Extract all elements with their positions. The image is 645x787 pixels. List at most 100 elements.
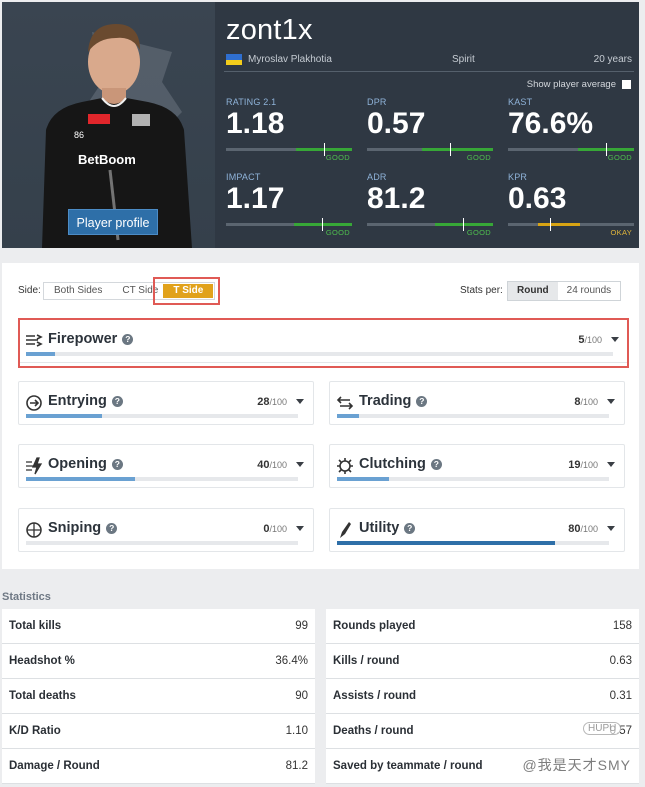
clutching-icon (337, 458, 353, 474)
role-card-sniping[interactable]: Sniping? 0/100 (18, 508, 314, 552)
roles-panel: Side: Both Sides CT Side T Side Stats pe… (2, 263, 639, 569)
header-stat-label: KAST (508, 97, 533, 107)
help-icon[interactable]: ? (404, 522, 416, 534)
role-score-value: 28 (257, 396, 270, 408)
role-score-max: /100 (580, 524, 598, 534)
statistics-value: 36.4% (275, 655, 308, 667)
side-label: Side: (18, 285, 41, 296)
header-stat-meter-marker (462, 218, 464, 231)
role-score: 80/100 (568, 523, 598, 535)
statistics-row: Total deaths 90 (2, 679, 315, 714)
role-score-max: /100 (580, 397, 598, 407)
chevron-down-icon[interactable] (607, 462, 615, 467)
chevron-down-icon[interactable] (607, 526, 615, 531)
statistics-row: Total kills 99 (2, 609, 315, 644)
header-stat: RATING 2.1 1.18 GOOD (226, 97, 352, 162)
opening-icon (26, 457, 43, 475)
role-progress-fill (26, 414, 103, 418)
role-name: Utility (359, 520, 400, 536)
header-stat-label: ADR (367, 172, 387, 182)
role-name-wrap: Clutching? (359, 456, 442, 472)
role-score: 19/100 (568, 459, 598, 471)
header-stat-value: 0.57 (367, 107, 426, 140)
header-stat-rating: GOOD (607, 153, 632, 162)
role-name-wrap: Utility? (359, 520, 416, 536)
statistics-label: Rounds played (333, 620, 416, 632)
statistics-label: Headshot % (9, 655, 75, 667)
header-stat: IMPACT 1.17 GOOD (226, 172, 352, 237)
utility-icon (340, 522, 351, 538)
role-progress-bar (26, 414, 298, 418)
statistics-value: 0.63 (609, 655, 632, 667)
statistics-table-left: Total kills 99 Headshot % 36.4% Total deaths… (2, 609, 315, 784)
sniping-icon (26, 522, 42, 538)
help-icon[interactable]: ? (111, 395, 123, 407)
header-stat: KAST 76.6% GOOD (508, 97, 634, 162)
header-stat-label: DPR (367, 97, 387, 107)
player-profile-button[interactable]: Player profile (68, 209, 158, 235)
chevron-down-icon[interactable] (296, 462, 304, 467)
role-card-clutching[interactable]: Clutching? 19/100 (329, 444, 625, 488)
role-name-wrap: Trading? (359, 393, 428, 409)
statistics-row: Rounds played 158 (326, 609, 639, 644)
header-stat: DPR 0.57 GOOD (367, 97, 493, 162)
header-stat-rating: GOOD (466, 228, 491, 237)
role-progress-fill (337, 477, 389, 481)
statistics-row: Headshot % 36.4% (2, 644, 315, 679)
role-progress-bar (337, 477, 609, 481)
side-option-both[interactable]: Both Sides (44, 283, 112, 299)
help-icon[interactable]: ? (106, 522, 118, 534)
role-score: 0/100 (263, 523, 287, 535)
role-name: Opening (48, 456, 107, 472)
role-card-trading[interactable]: Trading? 8/100 (329, 381, 625, 425)
chevron-down-icon[interactable] (296, 399, 304, 404)
statistics-label: Deaths / round (333, 725, 414, 737)
header-stat-meter-marker (549, 218, 551, 231)
header-stat-value: 1.17 (226, 182, 285, 215)
role-name-wrap: Sniping? (48, 520, 118, 536)
header-stat-meter (367, 143, 493, 156)
statistics-row: Damage / Round 81.2 (2, 749, 315, 784)
header-stat: ADR 81.2 GOOD (367, 172, 493, 237)
hupu-logo: HUPU (583, 722, 622, 735)
role-name-wrap: Entrying? (48, 393, 123, 409)
header-stat-meter (508, 218, 634, 231)
show-average-checkbox[interactable] (622, 80, 631, 89)
header-stat-value: 1.18 (226, 107, 285, 140)
stats-per-selector: Round 24 rounds (507, 281, 622, 301)
header-stat-label: IMPACT (226, 172, 261, 182)
chevron-down-icon[interactable] (607, 399, 615, 404)
show-average-toggle[interactable]: Show player average (527, 79, 631, 90)
chevron-down-icon[interactable] (296, 526, 304, 531)
role-card-entrying[interactable]: Entrying? 28/100 (18, 381, 314, 425)
role-name: Entrying (48, 393, 107, 409)
role-progress-bar (26, 541, 298, 545)
ukraine-flag-icon (226, 54, 242, 65)
header-stat-rating: GOOD (325, 228, 350, 237)
role-card-utility[interactable]: Utility? 80/100 (329, 508, 625, 552)
role-score-max: /100 (269, 397, 287, 407)
statistics-row: K/D Ratio 1.10 (2, 714, 315, 749)
entrying-icon (26, 395, 42, 411)
help-icon[interactable]: ? (416, 395, 428, 407)
role-score-value: 19 (568, 459, 581, 471)
firepower-highlight-box (18, 318, 629, 368)
header-stat-meter-fill (537, 223, 580, 226)
help-icon[interactable]: ? (111, 458, 123, 470)
stats-per-round[interactable]: Round (508, 282, 558, 300)
player-meta-row: Myroslav Plakhotia Spirit 20 years (224, 50, 634, 72)
jersey-number: 86 (74, 130, 84, 140)
statistics-title: Statistics (2, 591, 51, 603)
stats-per-24-rounds[interactable]: 24 rounds (558, 282, 620, 300)
header-stat-meter (367, 218, 493, 231)
header-stat-rating: GOOD (466, 153, 491, 162)
header-stat: KPR 0.63 OKAY (508, 172, 634, 237)
header-stat-meter-fill (293, 223, 352, 226)
header-stat-label: RATING 2.1 (226, 97, 277, 107)
player-team-link[interactable]: Spirit (452, 54, 475, 65)
help-icon[interactable]: ? (430, 458, 442, 470)
role-progress-fill (26, 477, 135, 481)
role-score: 40/100 (257, 459, 287, 471)
statistics-label: Damage / Round (9, 760, 100, 772)
role-card-opening[interactable]: Opening? 40/100 (18, 444, 314, 488)
